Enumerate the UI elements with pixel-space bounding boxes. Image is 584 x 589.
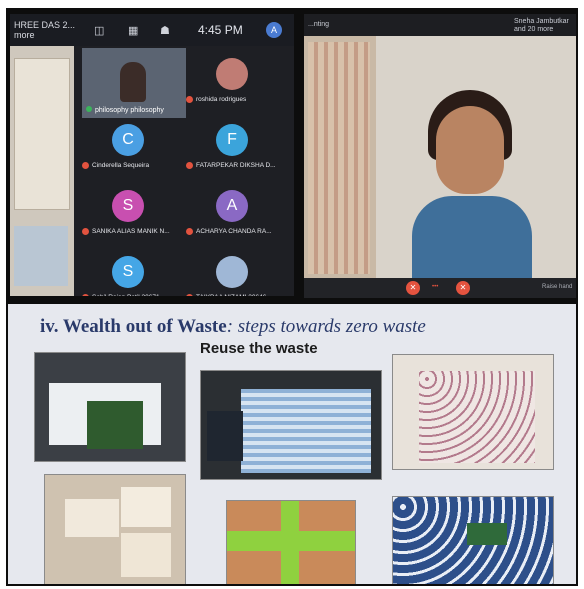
meeting-top-bar: HREE DAS 2... more ◫ ▦ ☗ 4:45 PM A <box>10 14 294 46</box>
video-off-button[interactable]: ✕ <box>456 281 470 295</box>
participant-tile[interactable]: C Cinderella Sequeira <box>82 118 178 174</box>
presenter-header: ...nting Sneha Jambutkar and 20 more <box>304 14 576 36</box>
mic-muted-icon <box>82 294 89 296</box>
presenting-label: ...nting <box>308 21 330 28</box>
slide-title: iv. Wealth out of Waste: steps towards z… <box>40 316 426 337</box>
gift-box <box>121 533 171 577</box>
avatar[interactable]: A <box>266 22 282 38</box>
dark-fabric <box>207 411 243 461</box>
participant-avatar <box>216 58 248 90</box>
presenter-video-panel: ...nting Sneha Jambutkar and 20 more ✕ ••… <box>304 14 576 298</box>
mask-stack <box>241 389 371 473</box>
participant-name: Sahil Rajan Patil 20671 <box>82 294 182 296</box>
participant-tile[interactable]: A ACHARYA CHANDA RA... <box>186 184 282 240</box>
participant-name: SANIKA ALIAS MANIK N... <box>82 228 182 235</box>
mic-off-button[interactable]: ✕ <box>406 281 420 295</box>
grid-view-icon[interactable]: ▦ <box>128 24 138 37</box>
participant-tile[interactable]: TAIYBAA NIZAMI 20646 <box>186 250 282 296</box>
document-thumbnail <box>14 58 70 210</box>
participant-count[interactable]: Sneha Jambutkar and 20 more <box>514 18 569 34</box>
photo-book-cover <box>392 496 554 584</box>
participant-name: ACHARYA CHANDA RA... <box>186 228 286 235</box>
shared-screen-preview <box>10 46 74 296</box>
signal-icon[interactable]: ◫ <box>94 24 104 37</box>
presenter-shirt <box>412 196 532 278</box>
participant-avatar: S <box>112 256 144 288</box>
participant-tile[interactable]: SSahil Rajan Patil 20671 <box>82 250 178 296</box>
document-thumbnail <box>14 226 68 286</box>
patterned-pouch <box>419 371 535 463</box>
mic-muted-icon <box>82 162 89 169</box>
participant-video <box>120 62 146 102</box>
call-controls-bar: ✕ ••• ✕ Raise hand <box>304 278 576 298</box>
participant-tile[interactable]: S SANIKA ALIAS MANIK N... <box>82 184 178 240</box>
green-bag <box>87 401 143 449</box>
presenter-face <box>436 106 504 194</box>
presenter-video <box>304 36 576 278</box>
photo-masks <box>200 370 382 480</box>
participant-name: roshida rodrigues <box>186 96 286 103</box>
participant-tile[interactable]: roshida rodrigues <box>186 52 282 108</box>
curtain-background <box>308 42 370 274</box>
mic-muted-icon <box>186 294 193 296</box>
participant-tile[interactable]: F FATARPEKAR DIKSHA D... <box>186 118 282 174</box>
participant-avatar: A <box>216 190 248 222</box>
more-icon[interactable]: ••• <box>432 284 438 290</box>
participant-name: TAIYBAA NIZAMI 20646 <box>186 294 286 296</box>
mic-muted-icon <box>186 162 193 169</box>
clock-time: 4:45 PM <box>198 23 243 37</box>
mic-muted-icon <box>82 228 89 235</box>
participant-avatar: F <box>216 124 248 156</box>
participant-gallery-panel: HREE DAS 2... more ◫ ▦ ☗ 4:45 PM A philos… <box>10 14 294 296</box>
participant-avatar <box>216 256 248 288</box>
presentation-slide: iv. Wealth out of Waste: steps towards z… <box>8 304 576 584</box>
mic-muted-icon <box>186 228 193 235</box>
photo-gift-wrap <box>226 500 356 584</box>
video-tile-label: philosophy philosophy <box>86 106 164 114</box>
participant-name: Cinderella Sequeira <box>82 162 182 169</box>
slide-subtitle: Reuse the waste <box>200 340 318 357</box>
photo-tote-bags <box>34 352 186 462</box>
gift-box <box>121 487 171 527</box>
green-ribbon <box>281 501 299 584</box>
participant-avatar: C <box>112 124 144 156</box>
participant-avatar: S <box>112 190 144 222</box>
mic-muted-icon <box>186 96 193 103</box>
photo-pouch <box>392 354 554 470</box>
participant-name: FATARPEKAR DIKSHA D... <box>186 162 286 169</box>
book <box>467 523 507 545</box>
photo-gift-boxes <box>44 474 186 584</box>
video-tile[interactable]: philosophy philosophy <box>82 48 186 118</box>
participants-icon[interactable]: ☗ <box>160 24 170 37</box>
raise-hand-button[interactable]: Raise hand <box>542 284 572 290</box>
meeting-title[interactable]: HREE DAS 2... more <box>14 20 84 40</box>
gift-box <box>65 499 119 537</box>
